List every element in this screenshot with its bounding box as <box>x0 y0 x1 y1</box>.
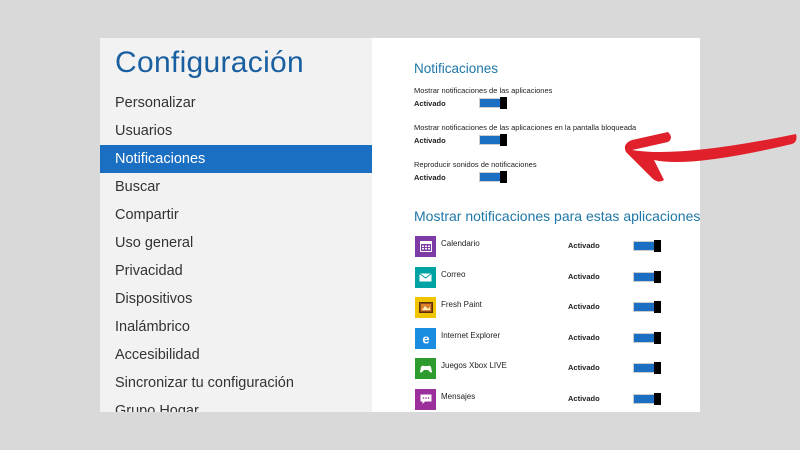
sidebar-item-compartir[interactable]: Compartir <box>100 201 372 229</box>
app-row-mensajes: Mensajes Activado <box>372 389 700 412</box>
setting-label-notification-sounds: Reproducir sonidos de notificaciones <box>414 160 537 169</box>
sidebar-item-uso-general[interactable]: Uso general <box>100 229 372 257</box>
sidebar-item-grupo-hogar[interactable]: Grupo Hogar <box>100 397 372 412</box>
toggle-app-correo[interactable] <box>633 271 661 283</box>
app-state: Activado <box>568 272 600 281</box>
app-state: Activado <box>568 241 600 250</box>
page-title: Configuración <box>115 46 305 79</box>
app-name: Juegos Xbox LIVE <box>441 361 507 370</box>
ie-icon: e <box>415 328 436 349</box>
paint-icon <box>415 297 436 318</box>
toggle-lock-screen-notifications[interactable] <box>479 134 507 146</box>
section-title-apps: Mostrar notificaciones para estas aplica… <box>414 208 700 224</box>
app-state: Activado <box>568 333 600 342</box>
setting-state-notification-sounds: Activado <box>414 173 446 182</box>
sidebar-nav: Personalizar Usuarios Notificaciones Bus… <box>100 89 372 412</box>
setting-label-lock-screen-notifications: Mostrar notificaciones de las aplicacion… <box>414 123 637 132</box>
sidebar-item-inalambrico[interactable]: Inalámbrico <box>100 313 372 341</box>
xbox-icon <box>415 358 436 379</box>
sidebar-item-privacidad[interactable]: Privacidad <box>100 257 372 285</box>
app-name: Calendario <box>441 239 480 248</box>
sidebar-item-sincronizar[interactable]: Sincronizar tu configuración <box>100 369 372 397</box>
toggle-app-mensajes[interactable] <box>633 393 661 405</box>
notifications-panel: Notificaciones Mostrar notificaciones de… <box>372 38 700 412</box>
sidebar-item-notificaciones[interactable]: Notificaciones <box>100 145 372 173</box>
app-row-correo: Correo Activado <box>372 267 700 291</box>
app-row-calendario: Calendario Activado <box>372 236 700 260</box>
sidebar-item-dispositivos[interactable]: Dispositivos <box>100 285 372 313</box>
toggle-app-calendario[interactable] <box>633 240 661 252</box>
settings-window: Configuración Personalizar Usuarios Noti… <box>100 38 700 412</box>
toggle-show-notifications[interactable] <box>479 97 507 109</box>
app-row-internet-explorer: e Internet Explorer Activado <box>372 328 700 352</box>
app-name: Mensajes <box>441 392 476 401</box>
message-icon <box>415 389 436 410</box>
sidebar-item-buscar[interactable]: Buscar <box>100 173 372 201</box>
app-name: Fresh Paint <box>441 300 482 309</box>
app-name: Correo <box>441 270 466 279</box>
toggle-app-fresh-paint[interactable] <box>633 301 661 313</box>
annotation-arrow-icon <box>624 132 797 182</box>
svg-text:e: e <box>422 332 429 346</box>
sidebar-item-usuarios[interactable]: Usuarios <box>100 117 372 145</box>
settings-sidebar: Configuración Personalizar Usuarios Noti… <box>100 38 372 412</box>
toggle-notification-sounds[interactable] <box>479 171 507 183</box>
app-state: Activado <box>568 302 600 311</box>
setting-label-show-notifications: Mostrar notificaciones de las aplicacion… <box>414 86 553 95</box>
app-name: Internet Explorer <box>441 331 501 340</box>
mail-icon <box>415 267 436 288</box>
setting-state-show-notifications: Activado <box>414 99 446 108</box>
calendar-icon <box>415 236 436 257</box>
section-title-notificaciones: Notificaciones <box>414 61 499 76</box>
app-state: Activado <box>568 394 600 403</box>
sidebar-item-accesibilidad[interactable]: Accesibilidad <box>100 341 372 369</box>
setting-state-lock-screen-notifications: Activado <box>414 136 446 145</box>
toggle-app-xbox-live[interactable] <box>633 362 661 374</box>
app-state: Activado <box>568 363 600 372</box>
toggle-app-internet-explorer[interactable] <box>633 332 661 344</box>
app-row-fresh-paint: Fresh Paint Activado <box>372 297 700 321</box>
sidebar-item-personalizar[interactable]: Personalizar <box>100 89 372 117</box>
app-row-xbox-live: Juegos Xbox LIVE Activado <box>372 358 700 382</box>
